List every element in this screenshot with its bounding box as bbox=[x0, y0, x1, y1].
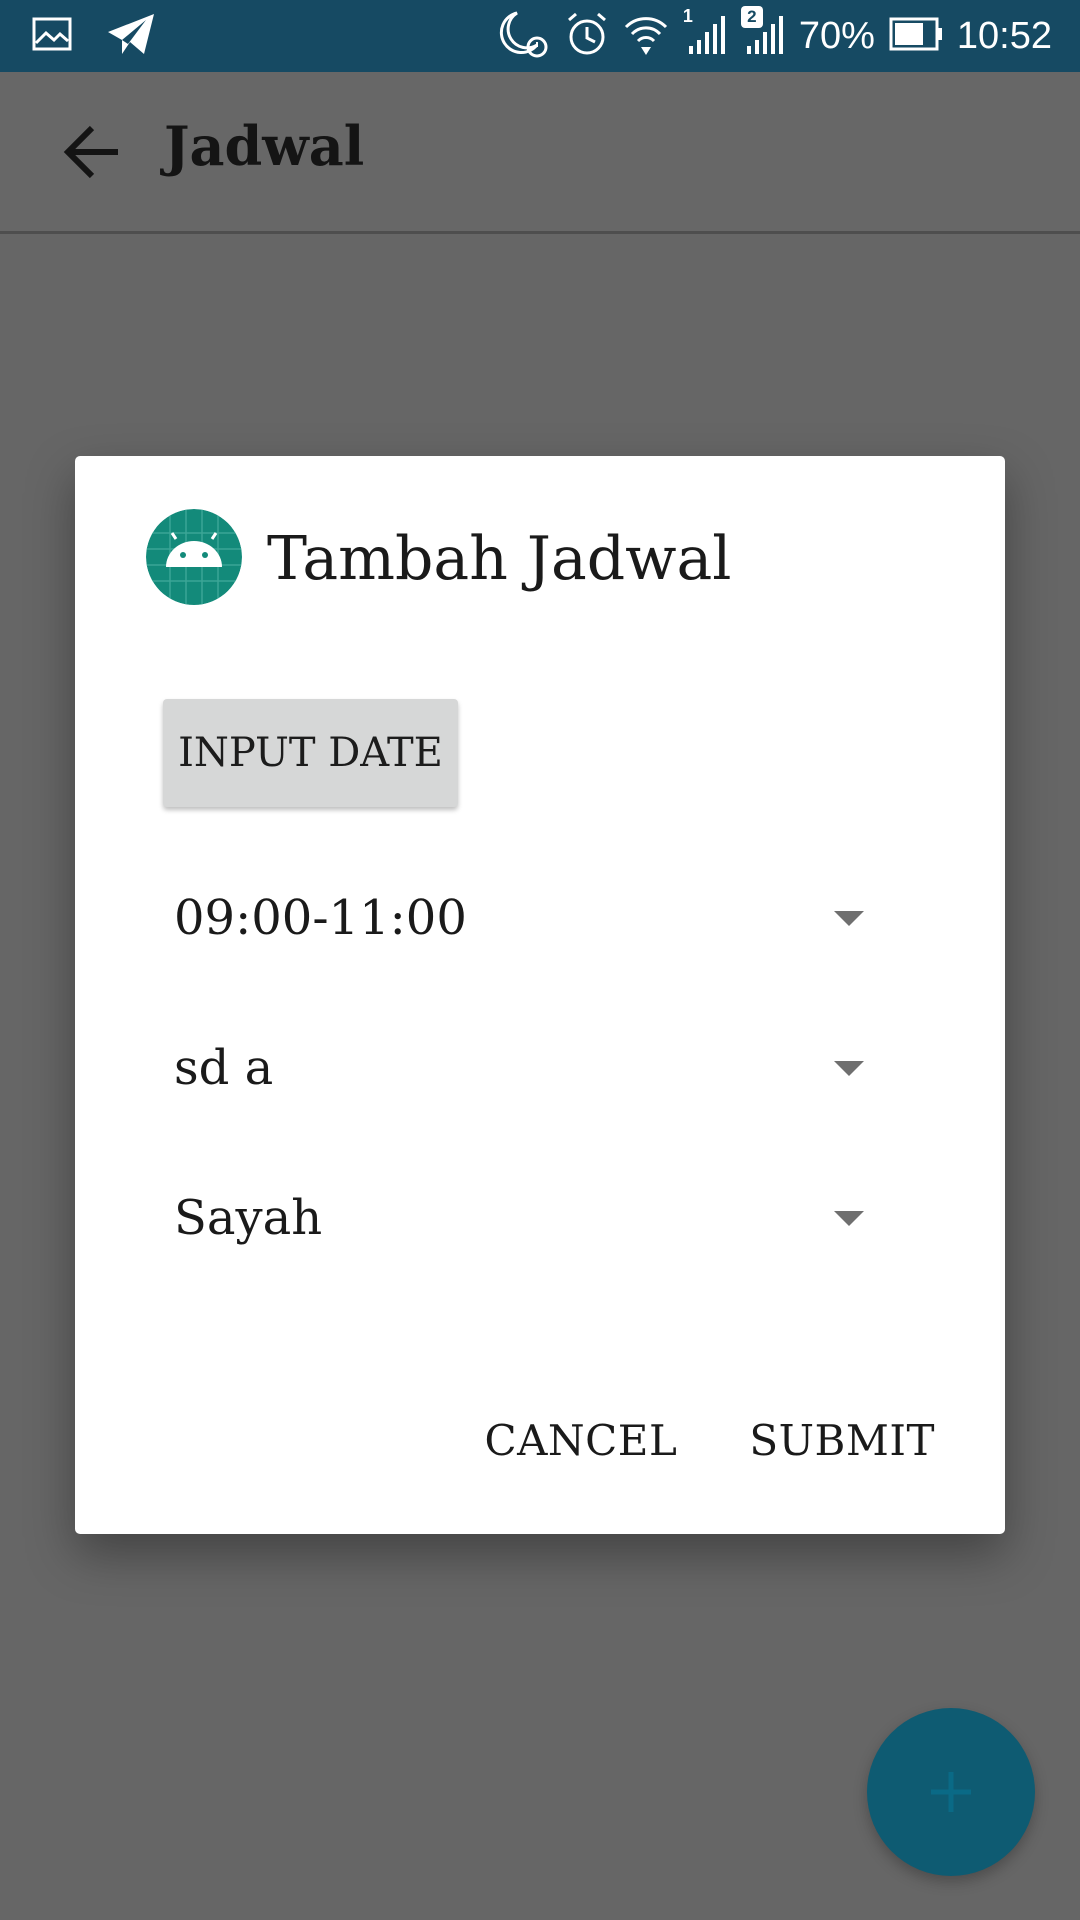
do-not-disturb-icon bbox=[497, 9, 551, 63]
cancel-button[interactable]: CANCEL bbox=[484, 1416, 677, 1465]
alarm-icon bbox=[565, 11, 609, 61]
dropdown-arrow-icon bbox=[834, 1210, 864, 1226]
status-bar-left bbox=[32, 12, 156, 60]
add-button[interactable] bbox=[867, 1708, 1035, 1876]
time-spinner[interactable]: 09:00-11:00 bbox=[174, 863, 894, 973]
school-spinner-value: sd a bbox=[174, 1040, 274, 1096]
dropdown-arrow-icon bbox=[834, 1060, 864, 1076]
wifi-icon bbox=[623, 11, 669, 61]
clock: 10:52 bbox=[956, 14, 1052, 57]
android-icon bbox=[146, 509, 242, 605]
submit-button[interactable]: SUBMIT bbox=[749, 1416, 935, 1465]
image-icon bbox=[32, 17, 72, 55]
school-spinner[interactable]: sd a bbox=[174, 1013, 894, 1123]
signal-icon: 1 bbox=[683, 6, 727, 60]
sim1-label: 1 bbox=[682, 6, 693, 26]
plus-icon bbox=[931, 1772, 971, 1812]
teacher-spinner-value: Sayah bbox=[174, 1190, 323, 1246]
sim2-label: 2 bbox=[740, 6, 763, 28]
time-spinner-value: 09:00-11:00 bbox=[174, 890, 467, 946]
app-bar: Jadwal bbox=[0, 72, 1080, 234]
dialog-title: Tambah Jadwal bbox=[267, 524, 732, 594]
arrow-back-icon bbox=[63, 125, 118, 179]
back-button[interactable] bbox=[52, 112, 132, 192]
page-title: Jadwal bbox=[164, 114, 365, 178]
status-bar: 1 2 70% 10:52 bbox=[0, 0, 1080, 72]
telegram-icon bbox=[106, 12, 156, 60]
status-bar-right: 1 2 70% 10:52 bbox=[497, 6, 1052, 63]
battery-percent: 70% bbox=[798, 14, 875, 57]
signal-icon: 2 bbox=[740, 6, 785, 60]
dropdown-arrow-icon bbox=[834, 910, 864, 926]
battery-icon bbox=[889, 17, 943, 55]
dialog-actions: CANCEL SUBMIT bbox=[484, 1416, 935, 1465]
add-schedule-dialog: Tambah Jadwal INPUT DATE 09:00-11:00 sd … bbox=[75, 456, 1005, 1534]
teacher-spinner[interactable]: Sayah bbox=[174, 1163, 894, 1273]
input-date-button[interactable]: INPUT DATE bbox=[163, 699, 458, 807]
